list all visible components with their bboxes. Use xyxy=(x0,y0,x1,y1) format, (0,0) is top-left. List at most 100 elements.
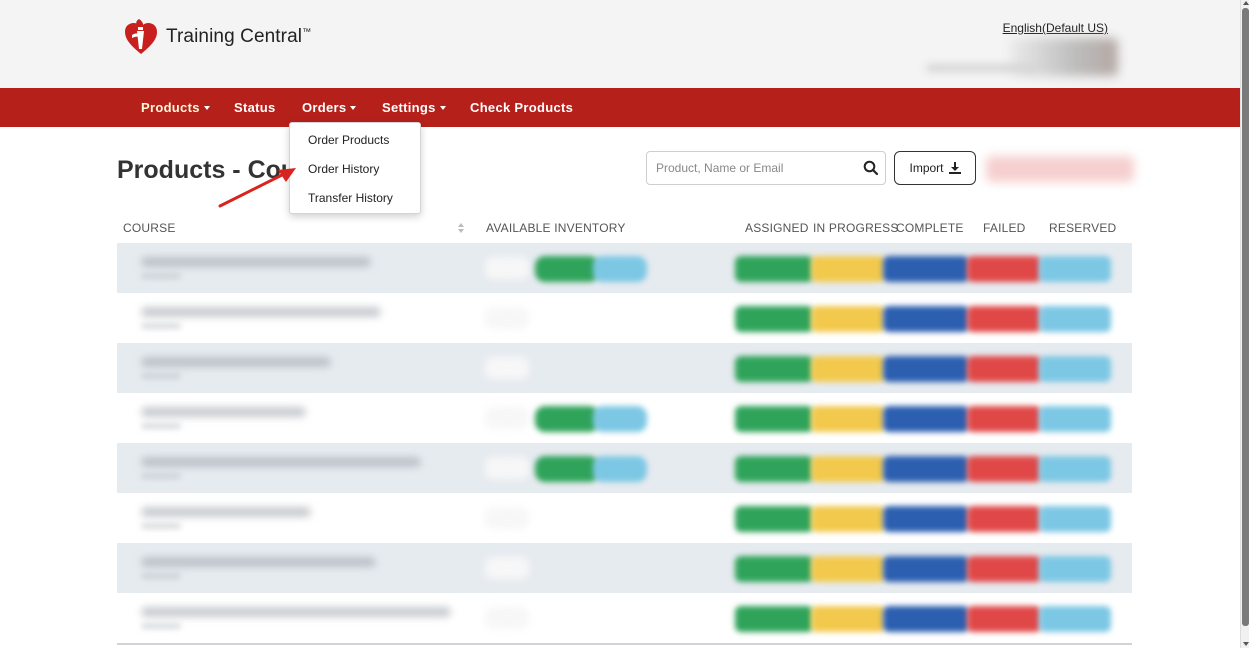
scroll-thumb[interactable] xyxy=(1242,8,1249,626)
assigned-count-cell[interactable] xyxy=(735,406,813,432)
nav-orders[interactable]: Orders xyxy=(302,100,357,115)
inventory-count-blurred xyxy=(485,307,529,329)
failed-count-cell[interactable] xyxy=(967,556,1041,582)
course-code-blurred xyxy=(141,423,181,429)
assigned-count-cell[interactable] xyxy=(735,606,813,632)
reserved-count-cell[interactable] xyxy=(1039,456,1111,482)
user-account-blurred[interactable] xyxy=(926,38,1118,80)
in-progress-count-cell[interactable] xyxy=(811,506,885,532)
course-name-blurred[interactable] xyxy=(141,507,311,517)
table-row[interactable] xyxy=(117,293,1132,343)
course-code-blurred xyxy=(141,623,181,629)
reserved-count-cell[interactable] xyxy=(1039,556,1111,582)
scroll-down-icon[interactable] xyxy=(1243,642,1249,646)
nav-products[interactable]: Products xyxy=(141,100,210,115)
table-row[interactable] xyxy=(117,243,1132,293)
table-row[interactable] xyxy=(117,343,1132,393)
sort-icon[interactable] xyxy=(457,222,465,234)
failed-count-cell[interactable] xyxy=(967,306,1041,332)
table-bottom-border xyxy=(117,643,1132,645)
complete-count-cell[interactable] xyxy=(883,606,969,632)
course-name-blurred[interactable] xyxy=(141,257,371,267)
table-row[interactable] xyxy=(117,393,1132,443)
import-button[interactable]: Import xyxy=(894,151,976,185)
failed-count-cell[interactable] xyxy=(967,456,1041,482)
complete-count-cell[interactable] xyxy=(883,406,969,432)
reserved-count-cell[interactable] xyxy=(1039,406,1111,432)
search-icon[interactable] xyxy=(863,160,879,181)
course-name-blurred[interactable] xyxy=(141,607,451,617)
menu-item-order-history[interactable]: Order History xyxy=(308,162,379,176)
col-header-in-progress[interactable]: IN PROGRESS xyxy=(813,221,899,235)
assigned-count-cell[interactable] xyxy=(735,256,813,282)
inventory-count-blurred xyxy=(485,407,529,429)
col-header-course[interactable]: COURSE xyxy=(123,221,176,235)
nav-check-products[interactable]: Check Products xyxy=(470,100,573,115)
course-name-blurred[interactable] xyxy=(141,557,376,567)
reserved-count-cell[interactable] xyxy=(1039,256,1111,282)
failed-count-cell[interactable] xyxy=(967,356,1041,382)
logo[interactable]: Training Central™ xyxy=(124,18,311,56)
in-progress-count-cell[interactable] xyxy=(811,256,885,282)
complete-count-cell[interactable] xyxy=(883,356,969,382)
col-header-assigned[interactable]: ASSIGNED xyxy=(745,221,809,235)
in-progress-count-cell[interactable] xyxy=(811,606,885,632)
blurred-action-button[interactable] xyxy=(986,156,1134,182)
assigned-count-cell[interactable] xyxy=(735,506,813,532)
complete-count-cell[interactable] xyxy=(883,556,969,582)
col-header-reserved[interactable]: RESERVED xyxy=(1049,221,1116,235)
inventory-count-blurred xyxy=(485,507,529,529)
failed-count-cell[interactable] xyxy=(967,406,1041,432)
scroll-up-icon[interactable] xyxy=(1243,1,1249,5)
table-row[interactable] xyxy=(117,593,1132,643)
menu-item-transfer-history[interactable]: Transfer History xyxy=(308,191,393,205)
in-progress-count-cell[interactable] xyxy=(811,306,885,332)
inventory-available-bar[interactable] xyxy=(535,256,599,282)
inventory-reserved-bar[interactable] xyxy=(593,456,647,482)
col-header-available-inventory[interactable]: AVAILABLE INVENTORY xyxy=(486,221,626,235)
assigned-count-cell[interactable] xyxy=(735,306,813,332)
in-progress-count-cell[interactable] xyxy=(811,356,885,382)
in-progress-count-cell[interactable] xyxy=(811,556,885,582)
search-input[interactable] xyxy=(656,159,846,177)
assigned-count-cell[interactable] xyxy=(735,356,813,382)
col-header-failed[interactable]: FAILED xyxy=(983,221,1026,235)
menu-item-order-products[interactable]: Order Products xyxy=(308,133,389,147)
inventory-reserved-bar[interactable] xyxy=(593,256,647,282)
col-header-complete[interactable]: COMPLETE xyxy=(896,221,964,235)
inventory-reserved-bar[interactable] xyxy=(593,406,647,432)
page-scrollbar[interactable] xyxy=(1240,0,1249,648)
complete-count-cell[interactable] xyxy=(883,306,969,332)
in-progress-count-cell[interactable] xyxy=(811,456,885,482)
reserved-count-cell[interactable] xyxy=(1039,606,1111,632)
brand-name: Training Central™ xyxy=(166,26,312,47)
inventory-available-bar[interactable] xyxy=(535,456,599,482)
course-name-blurred[interactable] xyxy=(141,307,381,317)
reserved-count-cell[interactable] xyxy=(1039,306,1111,332)
reserved-count-cell[interactable] xyxy=(1039,356,1111,382)
assigned-count-cell[interactable] xyxy=(735,556,813,582)
nav-status[interactable]: Status xyxy=(234,100,276,115)
assigned-count-cell[interactable] xyxy=(735,456,813,482)
main-nav: Products Status Orders Settings Check Pr… xyxy=(0,88,1240,127)
language-selector-link[interactable]: English(Default US) xyxy=(1003,21,1108,35)
complete-count-cell[interactable] xyxy=(883,456,969,482)
failed-count-cell[interactable] xyxy=(967,256,1041,282)
complete-count-cell[interactable] xyxy=(883,256,969,282)
failed-count-cell[interactable] xyxy=(967,606,1041,632)
complete-count-cell[interactable] xyxy=(883,506,969,532)
course-name-blurred[interactable] xyxy=(141,457,421,467)
table-row[interactable] xyxy=(117,443,1132,493)
inventory-count-blurred xyxy=(485,457,529,479)
in-progress-count-cell[interactable] xyxy=(811,406,885,432)
inventory-available-bar[interactable] xyxy=(535,406,599,432)
table-row[interactable] xyxy=(117,543,1132,593)
course-name-blurred[interactable] xyxy=(141,357,331,367)
nav-settings[interactable]: Settings xyxy=(382,100,446,115)
course-name-blurred[interactable] xyxy=(141,407,306,417)
failed-count-cell[interactable] xyxy=(967,506,1041,532)
reserved-count-cell[interactable] xyxy=(1039,506,1111,532)
course-code-blurred xyxy=(141,323,181,329)
table-row[interactable] xyxy=(117,493,1132,543)
course-code-blurred xyxy=(141,573,181,579)
